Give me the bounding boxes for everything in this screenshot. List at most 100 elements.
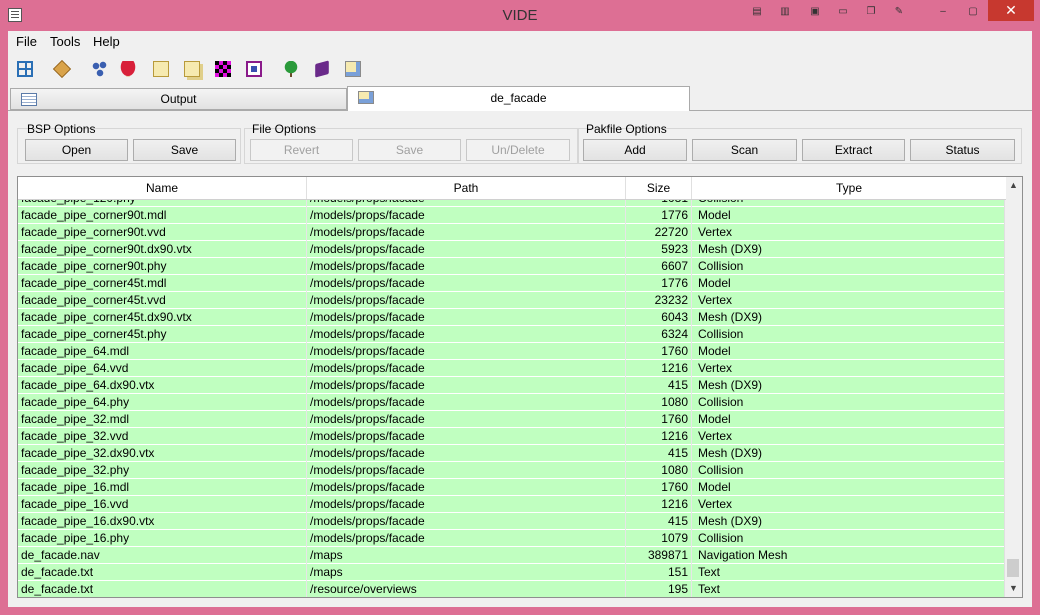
cell-path: /models/props/facade — [310, 310, 425, 324]
table-row[interactable]: facade_pipe_64.phy/models/props/facade 10… — [18, 394, 1006, 411]
minimize-icon[interactable]: – — [934, 5, 952, 19]
cell-type: Vertex — [698, 429, 733, 443]
mushroom-icon[interactable] — [117, 58, 139, 80]
menu-help[interactable]: Help — [93, 34, 120, 49]
bsp-options-label: BSP Options — [27, 122, 96, 136]
pakfile-extract-button[interactable]: Extract — [802, 139, 905, 161]
pakfile-scan-button[interactable]: Scan — [692, 139, 797, 161]
snap-left-icon[interactable]: ▤ — [748, 5, 766, 19]
checker-texture-icon[interactable] — [212, 58, 234, 80]
header-type[interactable]: Type — [692, 177, 1006, 199]
cell-name: facade_pipe_corner45t.dx90.vtx — [21, 310, 192, 324]
table-row[interactable]: facade_pipe_64.mdl/models/props/facade 17… — [18, 343, 1006, 360]
table-row[interactable]: facade_pipe_32.phy/models/props/facade 10… — [18, 462, 1006, 479]
cell-path: /models/props/facade — [310, 276, 425, 290]
menu-file[interactable]: File — [16, 34, 37, 49]
cell-name: de_facade.txt — [21, 565, 94, 579]
header-name[interactable]: Name — [18, 177, 307, 199]
tab-output[interactable]: Output — [10, 88, 347, 110]
cell-name: facade_pipe_16.vvd — [21, 497, 129, 511]
table-row[interactable]: facade_pipe_32.mdl/models/props/facade 17… — [18, 411, 1006, 428]
cell-path: /models/props/facade — [310, 514, 425, 528]
table-row[interactable]: facade_pipe_corner45t.vvd/models/props/f… — [18, 292, 1006, 309]
bsp-save-button[interactable]: Save — [133, 139, 236, 161]
table-row[interactable]: facade_pipe_corner90t.dx90.vtx/models/pr… — [18, 241, 1006, 258]
cell-path: /models/props/facade — [310, 531, 425, 545]
table-row[interactable]: de_facade.txt/resource/overviews 195 Text — [18, 581, 1006, 597]
close-button[interactable]: ✕ — [988, 0, 1034, 21]
cell-name: facade_pipe_16.dx90.vtx — [21, 514, 155, 528]
table-row[interactable]: facade_pipe_corner90t.mdl/models/props/f… — [18, 207, 1006, 224]
file-undelete-button[interactable]: Un/Delete — [466, 139, 570, 161]
pakfile-status-button[interactable]: Status — [910, 139, 1015, 161]
cell-name: facade_pipe_32.mdl — [21, 412, 130, 426]
header-size[interactable]: Size — [626, 177, 692, 199]
table-row[interactable]: facade_pipe_corner45t.phy/models/props/f… — [18, 326, 1006, 343]
table-row[interactable]: facade_pipe_64.dx90.vtx/models/props/fac… — [18, 377, 1006, 394]
cell-name: facade_pipe_16.mdl — [21, 480, 130, 494]
edit-note-icon[interactable] — [150, 58, 172, 80]
doc-edit-icon — [358, 91, 374, 104]
bsp-open-button[interactable]: Open — [25, 139, 128, 161]
table-row[interactable]: facade_pipe_16.dx90.vtx/models/props/fac… — [18, 513, 1006, 530]
table-row[interactable]: facade_pipe_corner90t.phy/models/props/f… — [18, 258, 1006, 275]
cell-name: facade_pipe_32.dx90.vtx — [21, 446, 155, 460]
file-revert-button[interactable]: Revert — [250, 139, 353, 161]
scroll-thumb[interactable] — [1007, 559, 1019, 577]
cell-path: /models/props/facade — [310, 361, 425, 375]
snap-full-icon[interactable]: ▣ — [806, 5, 824, 19]
table-row[interactable]: facade_pipe_32.vvd/models/props/facade 12… — [18, 428, 1006, 445]
snap-right-icon[interactable]: ▥ — [776, 5, 794, 19]
maximize-icon[interactable]: ▢ — [964, 5, 982, 19]
tab-de-facade[interactable]: de_facade — [347, 86, 690, 111]
restore-windows-icon[interactable]: ❐ — [862, 5, 880, 19]
molecule-icon[interactable] — [89, 58, 111, 80]
table-row[interactable]: facade_pipe_corner45t.dx90.vtx/models/pr… — [18, 309, 1006, 326]
cell-size: 1080 — [661, 463, 688, 477]
scroll-up-icon[interactable]: ▲ — [1005, 177, 1022, 194]
cell-size: 195 — [667, 582, 688, 596]
table-row[interactable]: de_facade.nav/maps 389871 Navigation Mesh — [18, 547, 1006, 564]
table-row[interactable]: facade_pipe_64.vvd/models/props/facade 12… — [18, 360, 1006, 377]
tree-icon[interactable] — [280, 58, 302, 80]
cell-type: Vertex — [698, 361, 733, 375]
cell-name: facade_pipe_corner45t.phy — [21, 327, 167, 341]
menu-tools[interactable]: Tools — [50, 34, 80, 49]
layout-icon[interactable] — [14, 58, 36, 80]
cell-path: /models/props/facade — [310, 497, 425, 511]
crate-icon[interactable] — [51, 58, 73, 80]
pakfile-add-button[interactable]: Add — [583, 139, 687, 161]
table-row[interactable]: facade_pipe_16.mdl/models/props/facade 17… — [18, 479, 1006, 496]
cell-name: facade_pipe_corner90t.mdl — [21, 208, 167, 222]
table-row[interactable]: facade_pipe_16.vvd/models/props/facade 12… — [18, 496, 1006, 513]
table-row[interactable]: facade_pipe_32.dx90.vtx/models/props/fac… — [18, 445, 1006, 462]
tab-de-facade-label: de_facade — [490, 91, 547, 105]
doc-edit-icon[interactable] — [342, 58, 364, 80]
cell-name: facade_pipe_64.mdl — [21, 344, 130, 358]
header-path[interactable]: Path — [307, 177, 626, 199]
table-row[interactable]: facade_pipe_16.phy/models/props/facade 10… — [18, 530, 1006, 547]
cell-type: Vertex — [698, 225, 733, 239]
book-icon[interactable] — [311, 58, 333, 80]
cell-type: Model — [698, 276, 731, 290]
cell-size: 6324 — [661, 327, 688, 341]
layers-icon[interactable] — [243, 58, 265, 80]
cell-size: 22720 — [654, 225, 688, 239]
column-separator — [625, 199, 626, 597]
column-separator — [691, 199, 692, 597]
column-separator — [306, 199, 307, 597]
minimize-to-tray-icon[interactable]: ▭ — [834, 5, 852, 19]
table-row[interactable]: facade_pipe_corner45t.mdl/models/props/f… — [18, 275, 1006, 292]
vertical-scrollbar[interactable]: ▲ ▼ — [1004, 177, 1022, 597]
scroll-down-icon[interactable]: ▼ — [1005, 580, 1022, 597]
file-save-button[interactable]: Save — [358, 139, 461, 161]
table-row[interactable]: de_facade.txt/maps 151 Text — [18, 564, 1006, 581]
cell-size: 1760 — [661, 344, 688, 358]
table-row[interactable]: facade_pipe_corner90t.vvd/models/props/f… — [18, 224, 1006, 241]
window-title: VIDE — [502, 7, 538, 24]
pakfile-options-label: Pakfile Options — [586, 122, 667, 136]
cell-type: Vertex — [698, 293, 733, 307]
pin-icon[interactable]: ✎ — [890, 5, 908, 19]
cell-path: /resource/overviews — [310, 582, 417, 596]
copy-note-icon[interactable] — [181, 58, 203, 80]
